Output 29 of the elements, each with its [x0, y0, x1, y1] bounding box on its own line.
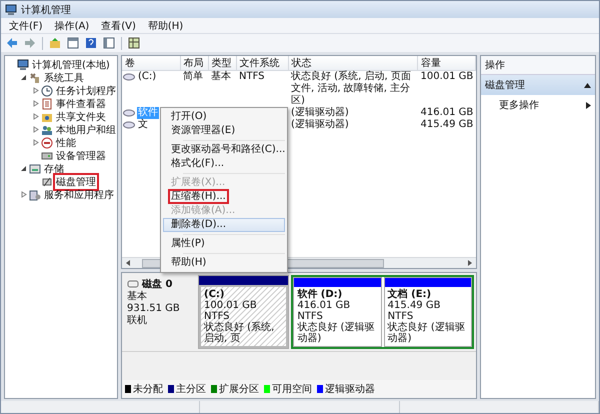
table-cell: 基本	[211, 71, 231, 82]
partition-name: (C:)	[204, 289, 226, 300]
table-cell: 416.01 GB	[420, 107, 474, 118]
partition-size: 416.01 GB NTFS	[297, 300, 350, 322]
partition-size: 100.01 GB NTFS	[204, 300, 257, 322]
table-cell: (逻辑驱动器)	[291, 107, 349, 118]
legend-label: 扩展分区	[219, 382, 259, 396]
table-cell: 100.01 GB	[420, 71, 474, 82]
partition-size: 415.49 GB NTFS	[388, 300, 440, 322]
partition-status: 状态良好 (系统, 启动, 页	[204, 322, 276, 344]
table-cell: 状态良好 (系统, 启动, 页面文件, 活动, 故障转储, 主分区)	[291, 71, 411, 106]
table-cell: 415.49 GB	[420, 119, 474, 130]
partition-name: 文档 (E:)	[388, 289, 432, 300]
disk-status: 联机	[127, 315, 148, 327]
legend-label: 主分区	[176, 382, 206, 396]
partition-status: 状态良好 (逻辑驱动器)	[297, 322, 376, 344]
legend-label: 未分配	[133, 382, 163, 396]
partition-status: 状态良好 (逻辑驱动器)	[388, 322, 466, 344]
legend-label: 可用空间	[272, 382, 312, 396]
table-cell: NTFS	[239, 71, 265, 82]
window-title: 计算机管理	[21, 4, 71, 16]
table-cell: 简单	[183, 71, 203, 82]
disk-size: 931.51 GB	[127, 303, 181, 314]
disk-name: 磁盘 0	[142, 278, 172, 290]
disk-type: 基本	[127, 291, 148, 303]
table-cell: (逻辑驱动器)	[291, 119, 349, 130]
partition-name: 软件 (D:)	[297, 289, 344, 300]
legend-label: 逻辑驱动器	[325, 382, 375, 396]
actions-header: 操作	[481, 56, 595, 75]
